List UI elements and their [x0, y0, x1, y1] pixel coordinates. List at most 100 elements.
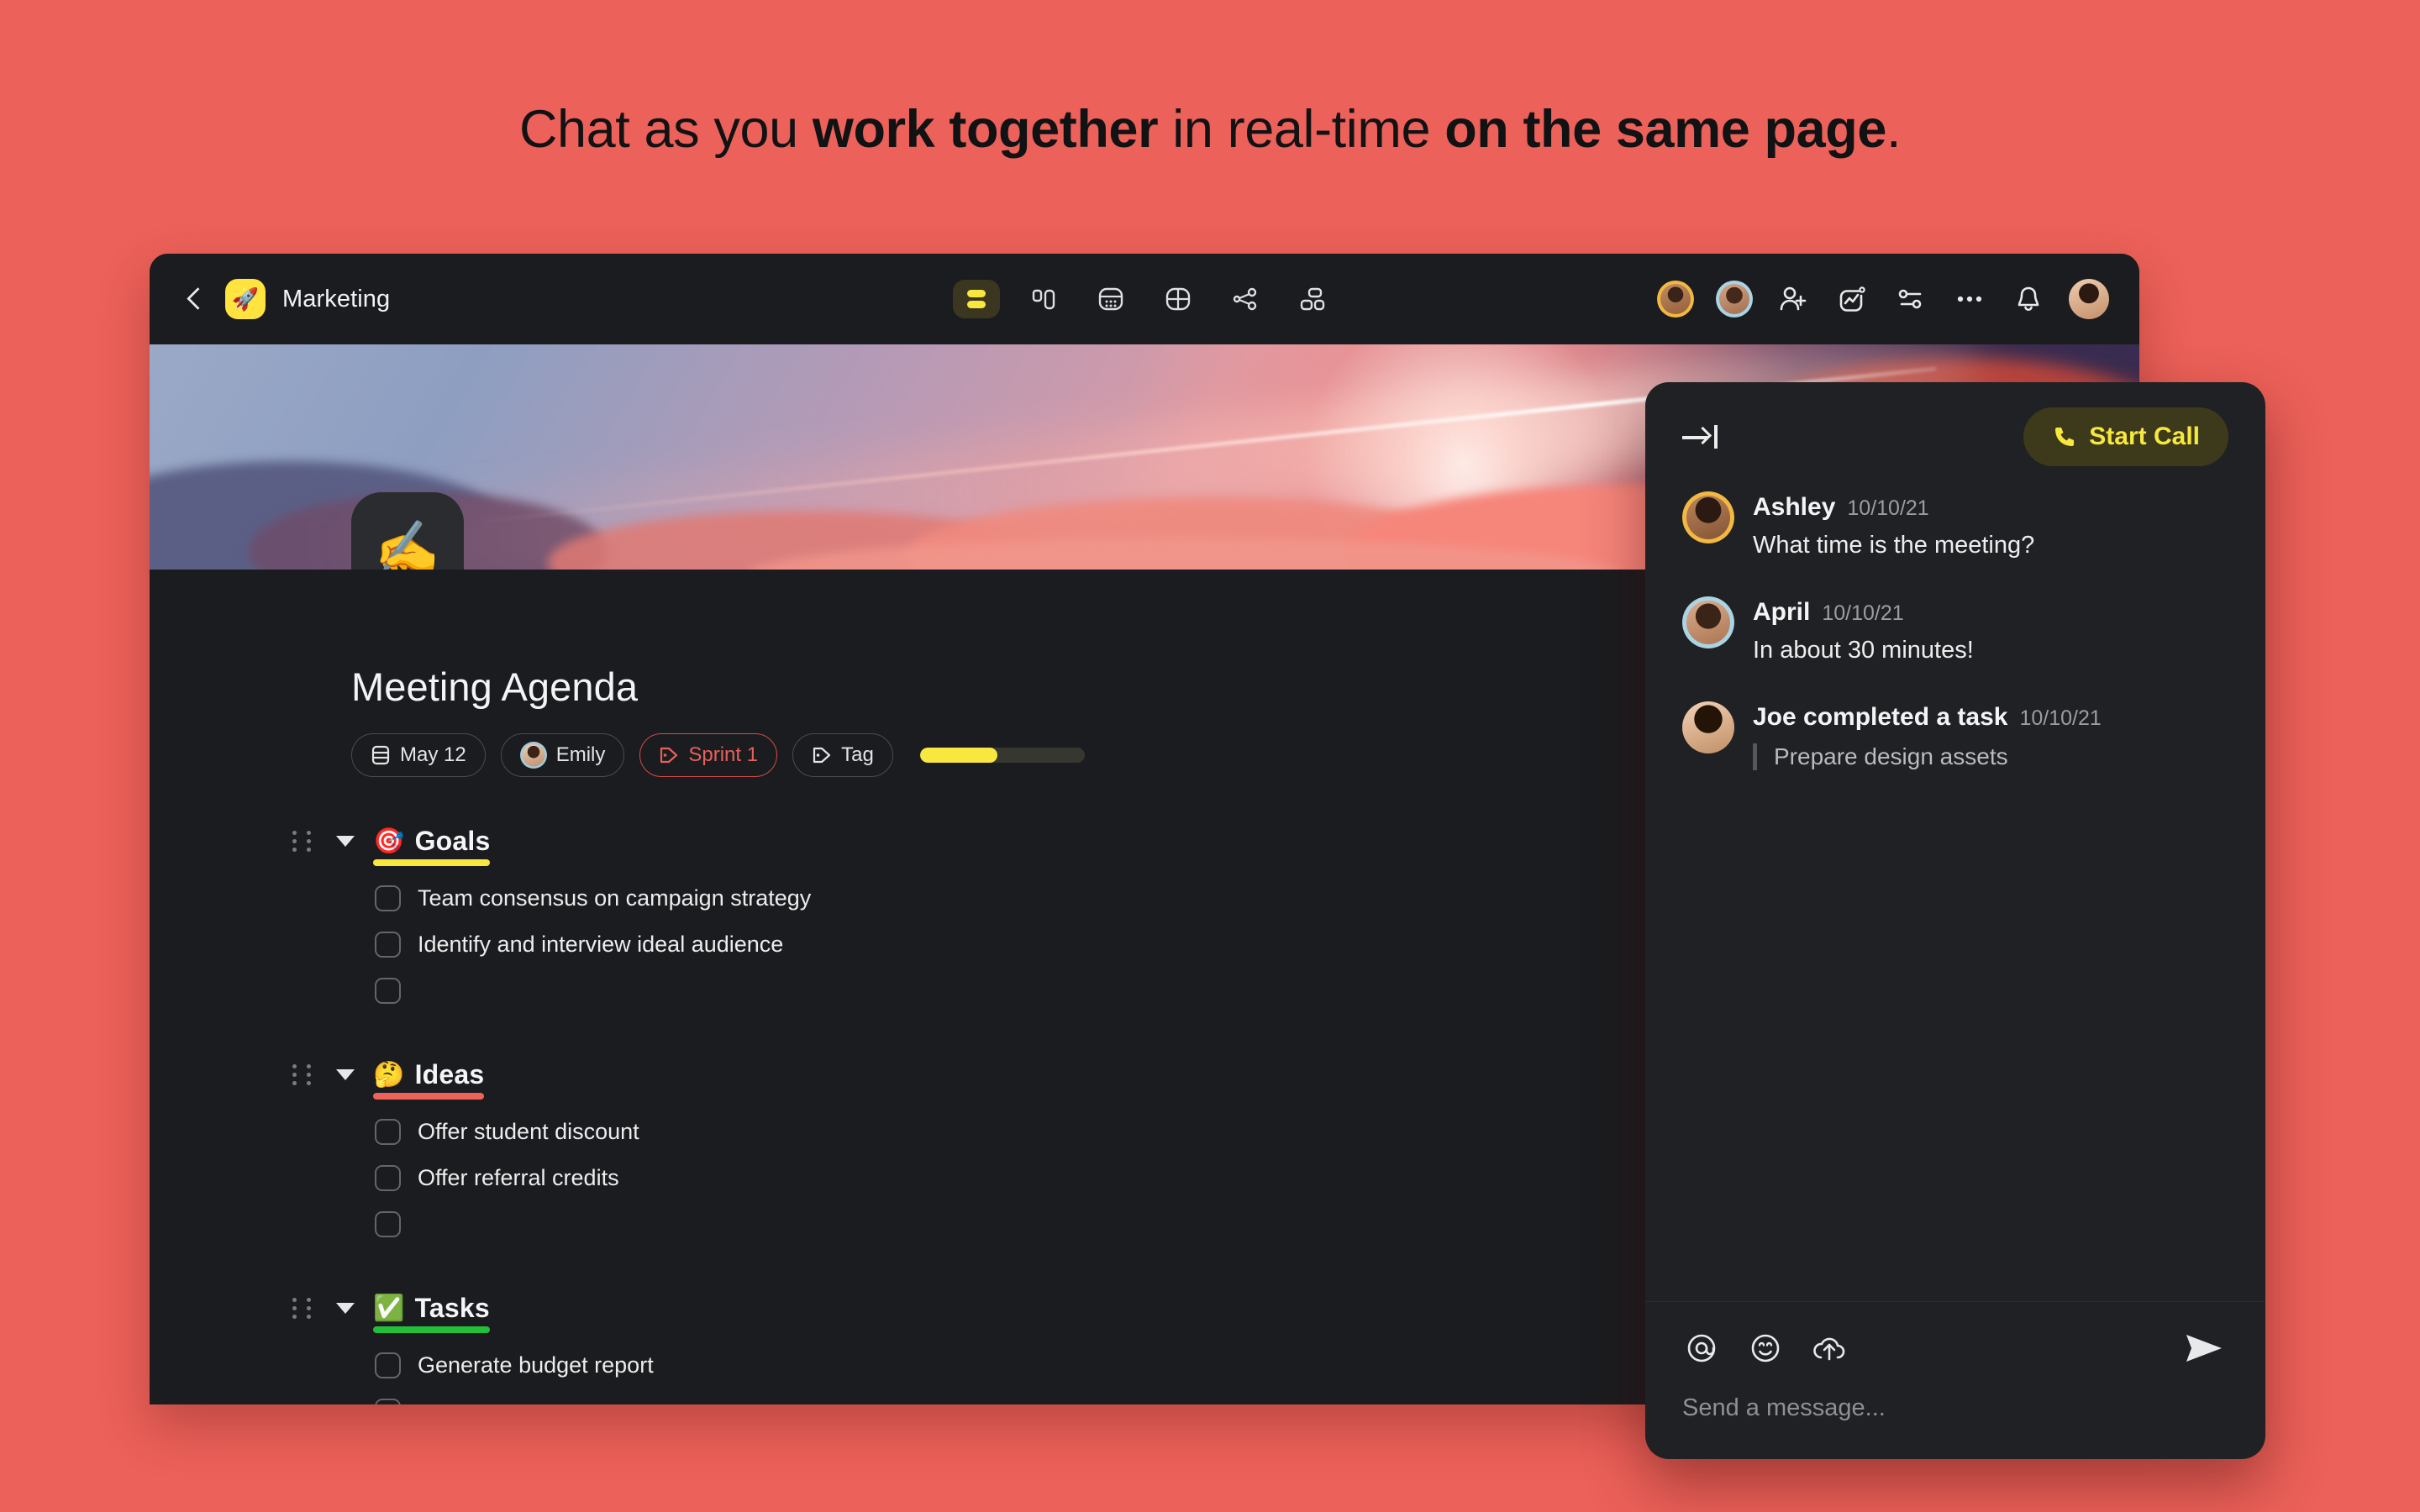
message-meta: April 10/10/21 [1753, 598, 1974, 627]
composer-toolbar [1682, 1327, 2228, 1369]
chip-tag-label: Tag [841, 743, 874, 766]
chip-sprint-label: Sprint 1 [688, 743, 759, 766]
section-title-label: Goals [414, 826, 491, 856]
send-button[interactable] [2180, 1327, 2228, 1369]
header-actions [1657, 279, 2109, 319]
section-underline [373, 1326, 490, 1333]
section-title[interactable]: 🎯 Goals [373, 826, 490, 857]
chevron-down-icon[interactable] [336, 1069, 355, 1080]
chat-header: Start Call [1645, 382, 2265, 491]
headline-part-4: on the same page [1444, 100, 1886, 159]
view-switcher [953, 280, 1336, 318]
progress-bar-fill [919, 748, 997, 763]
message-text: In about 30 minutes! [1753, 637, 1974, 664]
task-checkbox[interactable] [375, 1399, 401, 1404]
message-meta: Ashley 10/10/21 [1753, 493, 2034, 522]
avatar [519, 742, 547, 769]
message-avatar[interactable] [1682, 701, 1734, 753]
chip-tag[interactable]: Tag [792, 733, 893, 777]
task-checkbox[interactable] [375, 885, 401, 911]
chat-message: Ashley 10/10/21 What time is the meeting? [1682, 491, 2228, 559]
space-emoji-icon[interactable]: 🚀 [225, 279, 266, 319]
bell-icon[interactable] [2010, 281, 2047, 318]
section-underline [373, 859, 491, 866]
task-checkbox[interactable] [375, 978, 401, 1004]
task-label: Generate budget report [418, 1352, 654, 1378]
chevron-down-icon[interactable] [336, 1303, 355, 1314]
mention-icon[interactable] [1682, 1329, 1721, 1368]
list-view-icon [967, 290, 986, 308]
message-body: Ashley 10/10/21 What time is the meeting? [1753, 491, 2034, 559]
section-title-label: Ideas [414, 1059, 485, 1089]
task-label: Offer referral credits [418, 1165, 619, 1190]
collapse-panel-icon[interactable] [1682, 420, 1726, 454]
chip-sprint[interactable]: Sprint 1 [639, 733, 778, 777]
message-text: What time is the meeting? [1753, 532, 2035, 559]
section-title-label: Tasks [414, 1293, 490, 1323]
drag-handle-icon[interactable] [292, 1061, 314, 1089]
progress-bar[interactable] [919, 748, 1085, 763]
task-checkbox[interactable] [375, 932, 401, 958]
section-title-wrap: ✅ Tasks [373, 1293, 490, 1333]
profile-avatar[interactable] [2069, 279, 2109, 319]
section-title-wrap: 🎯 Goals [373, 826, 491, 866]
section-emoji-icon: 🎯 [373, 827, 405, 855]
upload-icon[interactable] [1810, 1329, 1849, 1368]
chevron-left-icon[interactable] [180, 285, 208, 313]
drag-handle-icon[interactable] [292, 827, 314, 856]
calendar-view-icon [1098, 287, 1123, 311]
message-avatar[interactable] [1682, 596, 1734, 648]
task-checkbox[interactable] [375, 1352, 401, 1378]
section-title[interactable]: ✅ Tasks [373, 1293, 490, 1324]
chevron-down-icon[interactable] [336, 836, 355, 847]
chip-assignee[interactable]: Emily [500, 733, 625, 777]
start-call-button[interactable]: Start Call [2023, 407, 2228, 466]
share-graph-icon [1233, 287, 1257, 311]
message-author: Joe completed a task [1753, 703, 2008, 731]
chat-message: Joe completed a task 10/10/21 Prepare desi… [1682, 701, 2228, 770]
message-meta: Joe completed a task 10/10/21 [1753, 703, 2102, 732]
chip-date[interactable]: May 12 [351, 733, 486, 777]
add-person-icon[interactable] [1775, 281, 1812, 318]
collaborator-avatar-1[interactable] [1657, 281, 1694, 318]
org-chart-icon [1300, 287, 1325, 311]
view-calendar-button[interactable] [1087, 280, 1134, 318]
collaborator-avatar-2[interactable] [1716, 281, 1753, 318]
message-quote: Prepare design assets [1753, 743, 2102, 770]
section-title[interactable]: 🤔 Ideas [373, 1059, 484, 1090]
section-emoji-icon: 🤔 [373, 1060, 405, 1089]
chat-message-list: Ashley 10/10/21 What time is the meeting? A… [1645, 491, 2265, 1301]
section-emoji-icon: ✅ [373, 1294, 405, 1322]
space-title: Marketing [282, 285, 391, 312]
drag-handle-icon[interactable] [292, 1294, 314, 1323]
document-emoji-icon[interactable]: ✍️ [351, 492, 464, 570]
send-icon [2186, 1335, 2222, 1362]
message-timestamp: 10/10/21 [1847, 496, 1929, 520]
message-body: April 10/10/21 In about 30 minutes! [1753, 596, 1974, 664]
task-label: Team consensus on campaign strategy [418, 885, 812, 911]
start-call-label: Start Call [2089, 423, 2200, 450]
task-checkbox[interactable] [375, 1165, 401, 1191]
message-input[interactable]: Send a message... [1682, 1394, 2228, 1422]
headline-part-3: in real-time [1158, 100, 1445, 159]
calendar-icon [371, 745, 390, 765]
message-avatar[interactable] [1682, 491, 1734, 543]
message-timestamp: 10/10/21 [1822, 601, 1904, 625]
activity-chart-icon[interactable] [1833, 281, 1870, 318]
grid-view-icon [1165, 287, 1191, 311]
view-board-button[interactable] [1020, 280, 1067, 318]
headline-part-1: Chat as you [518, 100, 813, 159]
sliders-icon[interactable] [1892, 281, 1929, 318]
view-grid-button[interactable] [1155, 280, 1202, 318]
task-checkbox[interactable] [375, 1211, 401, 1237]
view-org-button[interactable] [1289, 280, 1336, 318]
task-label: Offer student discount [418, 1119, 639, 1144]
headline-part-2: work together [812, 100, 1159, 159]
view-share-button[interactable] [1222, 280, 1269, 318]
phone-icon [2055, 428, 2075, 446]
view-list-button[interactable] [953, 280, 1000, 318]
emoji-icon[interactable] [1746, 1329, 1785, 1368]
task-checkbox[interactable] [375, 1119, 401, 1145]
message-body: Joe completed a task 10/10/21 Prepare desi… [1753, 701, 2102, 770]
more-dots-icon[interactable] [1951, 281, 1988, 318]
